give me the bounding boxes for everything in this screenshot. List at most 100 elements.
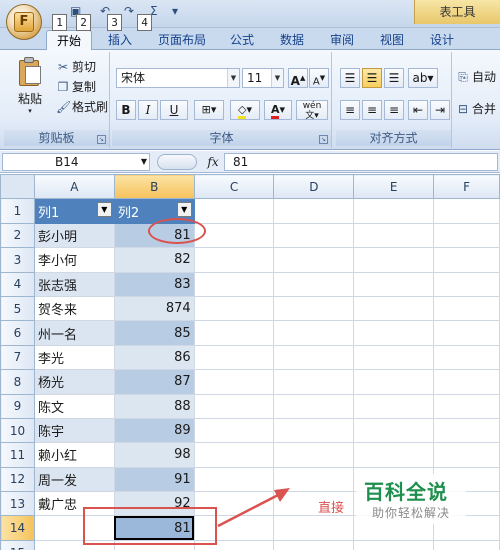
cell-name[interactable]: 杨光 [33, 369, 115, 395]
cell[interactable] [433, 247, 500, 273]
row-header[interactable]: 11 [0, 442, 35, 468]
cell-name[interactable]: 赖小红 [33, 442, 115, 468]
cell-value[interactable]: 98 [113, 442, 195, 468]
cell[interactable] [353, 295, 435, 322]
filter-dropdown-icon[interactable]: ▼ [96, 202, 112, 218]
column-header-d[interactable]: D [273, 174, 355, 200]
select-all-corner[interactable] [0, 174, 35, 200]
cell[interactable] [433, 198, 500, 224]
cell[interactable] [273, 344, 355, 371]
align-left-button[interactable]: ≡ [340, 100, 360, 120]
row-header[interactable]: 2 [0, 222, 35, 249]
cell[interactable] [433, 222, 500, 249]
row-header[interactable]: 10 [0, 417, 35, 444]
italic-button[interactable]: I [138, 100, 158, 120]
column-header-e[interactable]: E [353, 174, 435, 200]
cell[interactable] [273, 442, 355, 468]
cell[interactable] [273, 393, 355, 419]
cell[interactable] [433, 320, 500, 346]
cell[interactable] [433, 295, 500, 322]
cell-value[interactable]: 91 [113, 466, 195, 493]
cell[interactable] [433, 271, 500, 297]
cell[interactable] [193, 271, 275, 297]
tab-page-layout[interactable]: 页面布局 [150, 30, 214, 50]
cell[interactable] [353, 539, 435, 550]
paste-button[interactable]: 粘贴 ▾ [10, 56, 50, 122]
cell-name[interactable]: 陈宇 [33, 417, 115, 444]
cell-name[interactable]: 彭小明 [33, 222, 115, 249]
align-right-button[interactable]: ≡ [384, 100, 404, 120]
tab-formulas[interactable]: 公式 [222, 30, 262, 50]
name-box[interactable]: B14 ▼ [2, 153, 150, 171]
column-header-a[interactable]: A [33, 174, 115, 200]
row-header[interactable]: 9 [0, 393, 35, 419]
cut-button[interactable]: ✂ 剪切 [56, 58, 96, 76]
clipboard-launcher-icon[interactable]: ↘ [97, 135, 106, 144]
font-launcher-icon[interactable]: ↘ [319, 135, 328, 144]
cell[interactable] [433, 539, 500, 550]
cell[interactable] [193, 320, 275, 346]
column-header-f[interactable]: F [433, 174, 500, 200]
column-header-c[interactable]: C [193, 174, 275, 200]
cell[interactable] [353, 222, 435, 249]
align-top-button[interactable]: ☰ [340, 68, 360, 88]
formula-input[interactable]: 81 [224, 153, 498, 171]
cell-value[interactable]: 86 [113, 344, 195, 371]
tab-review[interactable]: 审阅 [322, 30, 362, 50]
cell[interactable] [353, 344, 435, 371]
phonetic-button[interactable]: wén 文▾ [296, 100, 328, 121]
orientation-button[interactable]: ab▾ [408, 68, 438, 88]
row-header[interactable]: 4 [0, 271, 35, 297]
cell-name[interactable]: 李小何 [33, 247, 115, 273]
cell[interactable] [433, 344, 500, 371]
cell[interactable] [193, 198, 275, 224]
cell[interactable] [273, 295, 355, 322]
cell[interactable] [433, 442, 500, 468]
row-header[interactable]: 15 [0, 539, 35, 550]
cell[interactable] [433, 369, 500, 395]
align-bottom-button[interactable]: ☰ [384, 68, 404, 88]
row-header[interactable]: 12 [0, 466, 35, 493]
row-header[interactable]: 3 [0, 247, 35, 273]
cell[interactable] [273, 417, 355, 444]
row-header[interactable]: 6 [0, 320, 35, 346]
cell-value[interactable]: 83 [113, 271, 195, 297]
merge-button[interactable]: ⊟ 合并 [456, 100, 496, 118]
bold-button[interactable]: B [116, 100, 136, 120]
border-button[interactable]: ⊞▾ [194, 100, 224, 120]
row-header[interactable]: 8 [0, 369, 35, 395]
cell[interactable] [273, 320, 355, 346]
increase-indent-button[interactable]: ⇥ [430, 100, 450, 120]
formula-bar-splitter[interactable] [157, 154, 197, 170]
cell-name[interactable]: 周一发 [33, 466, 115, 493]
cell[interactable] [273, 539, 355, 550]
row-header[interactable]: 5 [0, 295, 35, 322]
cell[interactable] [353, 417, 435, 444]
cell-name[interactable]: 州一名 [33, 320, 115, 346]
office-button[interactable]: F [6, 4, 42, 40]
cell[interactable] [273, 271, 355, 297]
cell[interactable] [273, 247, 355, 273]
cell[interactable] [273, 222, 355, 249]
cell[interactable] [353, 247, 435, 273]
cell-value[interactable]: 82 [113, 247, 195, 273]
cell[interactable] [193, 393, 275, 419]
shrink-font-button[interactable]: A▼ [309, 68, 329, 88]
filter-dropdown-icon[interactable]: ▼ [176, 202, 192, 218]
align-center-button[interactable]: ≡ [362, 100, 382, 120]
redo-icon[interactable]: ↷ [124, 4, 134, 18]
insert-function-button[interactable]: fx [204, 153, 222, 171]
cell-value[interactable]: 85 [113, 320, 195, 346]
row-header[interactable]: 1 [0, 198, 35, 224]
cell[interactable] [193, 222, 275, 249]
cell[interactable] [353, 198, 435, 224]
cell[interactable] [193, 442, 275, 468]
cell[interactable] [193, 344, 275, 371]
wrap-text-button[interactable]: ⎘ 自动 [456, 68, 496, 86]
cell-value[interactable]: 89 [113, 417, 195, 444]
row-header[interactable]: 14 [0, 515, 35, 541]
cell[interactable] [273, 369, 355, 395]
tab-data[interactable]: 数据 [272, 30, 312, 50]
row-header[interactable]: 13 [0, 491, 35, 517]
cell[interactable] [193, 247, 275, 273]
